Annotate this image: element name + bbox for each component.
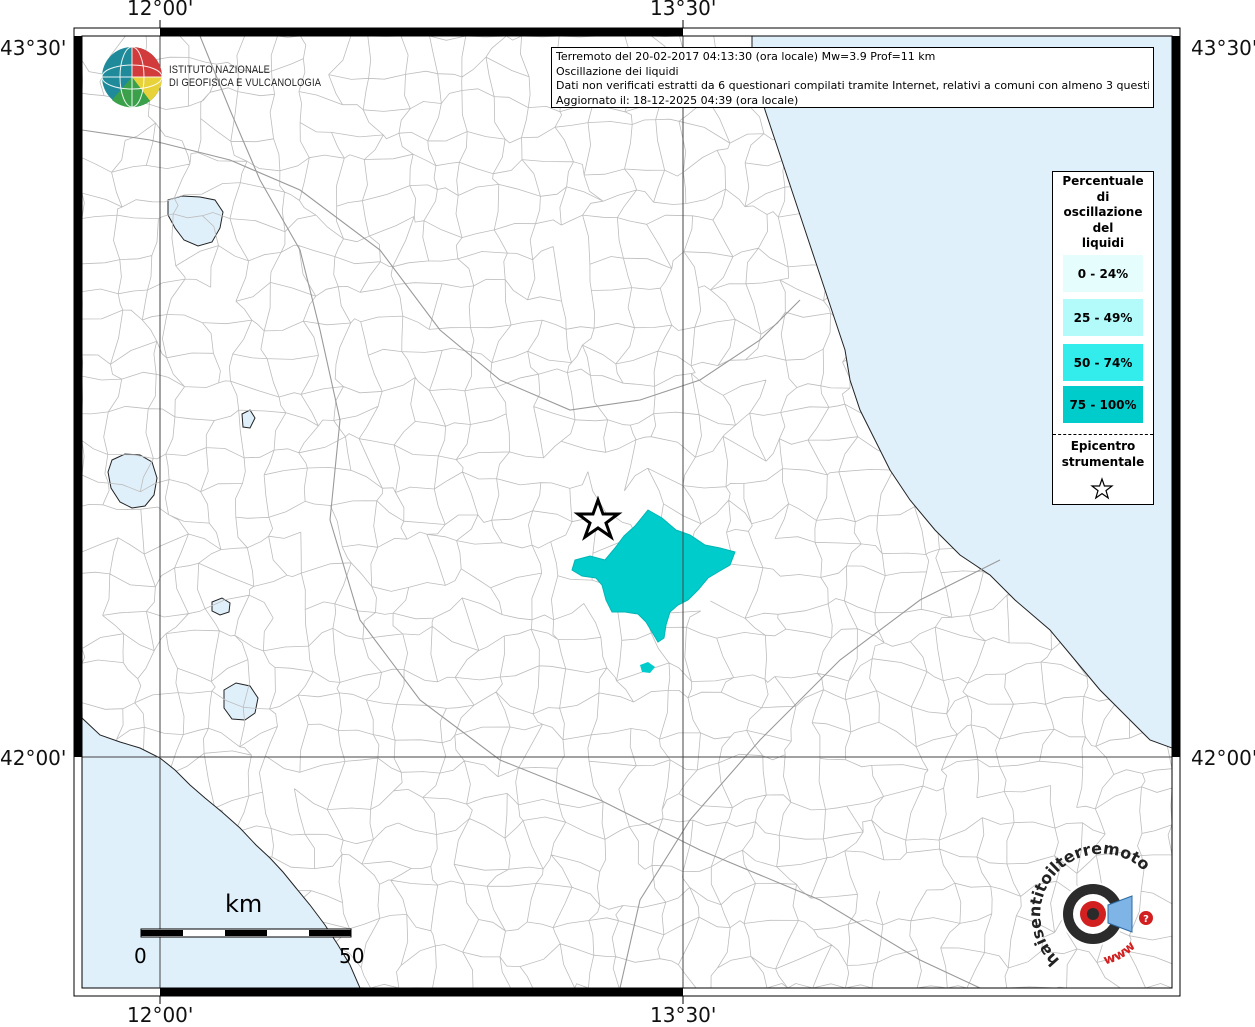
- legend-star-icon: [1090, 477, 1114, 500]
- legend-separator: [1053, 434, 1153, 435]
- map-parameter: Oscillazione dei liquidi: [556, 64, 679, 78]
- data-note: Dati non verificati estratti da 6 questi…: [556, 79, 1149, 92]
- lon-label-bottom-1: 12°00': [127, 1003, 194, 1027]
- ingv-logo-text: ISTITUTO NAZIONALE DI GEOFISICA E VULCAN…: [169, 64, 321, 90]
- scale-unit: km: [225, 890, 263, 918]
- legend-title-line: di: [1096, 189, 1110, 204]
- legend-class-25-49: 25 - 49%: [1063, 299, 1143, 336]
- lon-label-top-2: 13°30': [650, 0, 717, 20]
- lat-label-left-2: 42°00': [0, 746, 67, 770]
- lat-label-right-2: 42°00': [1191, 746, 1255, 770]
- legend-title-line: del: [1092, 220, 1114, 235]
- legend-epicenter-line: strumentale: [1061, 455, 1145, 469]
- legend-title-line: liquidi: [1081, 236, 1125, 250]
- event-info-box: Terremoto del 20-02-2017 04:13:30 (ora l…: [551, 47, 1154, 108]
- legend-epicenter-label: Epicentro strumentale: [1053, 438, 1153, 470]
- event-title: Terremoto del 20-02-2017 04:13:30 (ora l…: [556, 50, 936, 63]
- legend-title-line: oscillazione: [1063, 205, 1143, 219]
- intensity-map: ? haisentitoilterremoto.it www: [0, 0, 1181, 1004]
- legend-title-line: Percentuale: [1062, 174, 1144, 188]
- legend-class-0-24: 0 - 24%: [1063, 255, 1143, 292]
- ingv-logo-icon: [101, 46, 163, 108]
- legend-title: Percentuale di oscillazione del liquidi: [1053, 174, 1153, 252]
- ingv-line1: ISTITUTO NAZIONALE: [169, 64, 271, 76]
- update-time: Aggiornato il: 18-12-2025 04:39 (ora loc…: [556, 93, 799, 107]
- lon-label-top-1: 12°00': [127, 0, 194, 20]
- scale-min: 0: [134, 944, 147, 968]
- legend-class-50-74: 50 - 74%: [1063, 344, 1143, 381]
- legend-class-75-100: 75 - 100%: [1063, 386, 1143, 423]
- lat-label-left-1: 43°30': [0, 36, 67, 60]
- lon-label-bottom-2: 13°30': [650, 1003, 717, 1027]
- scale-max: 50: [339, 944, 365, 968]
- ingv-line2: DI GEOFISICA E VULCANOLOGIA: [169, 77, 322, 89]
- legend: Percentuale di oscillazione del liquidi …: [1052, 171, 1154, 505]
- lat-label-right-1: 43°30': [1191, 36, 1255, 60]
- svg-text:?: ?: [1143, 914, 1149, 925]
- scale-bar: [140, 928, 352, 938]
- legend-epicenter-line: Epicentro: [1070, 439, 1136, 453]
